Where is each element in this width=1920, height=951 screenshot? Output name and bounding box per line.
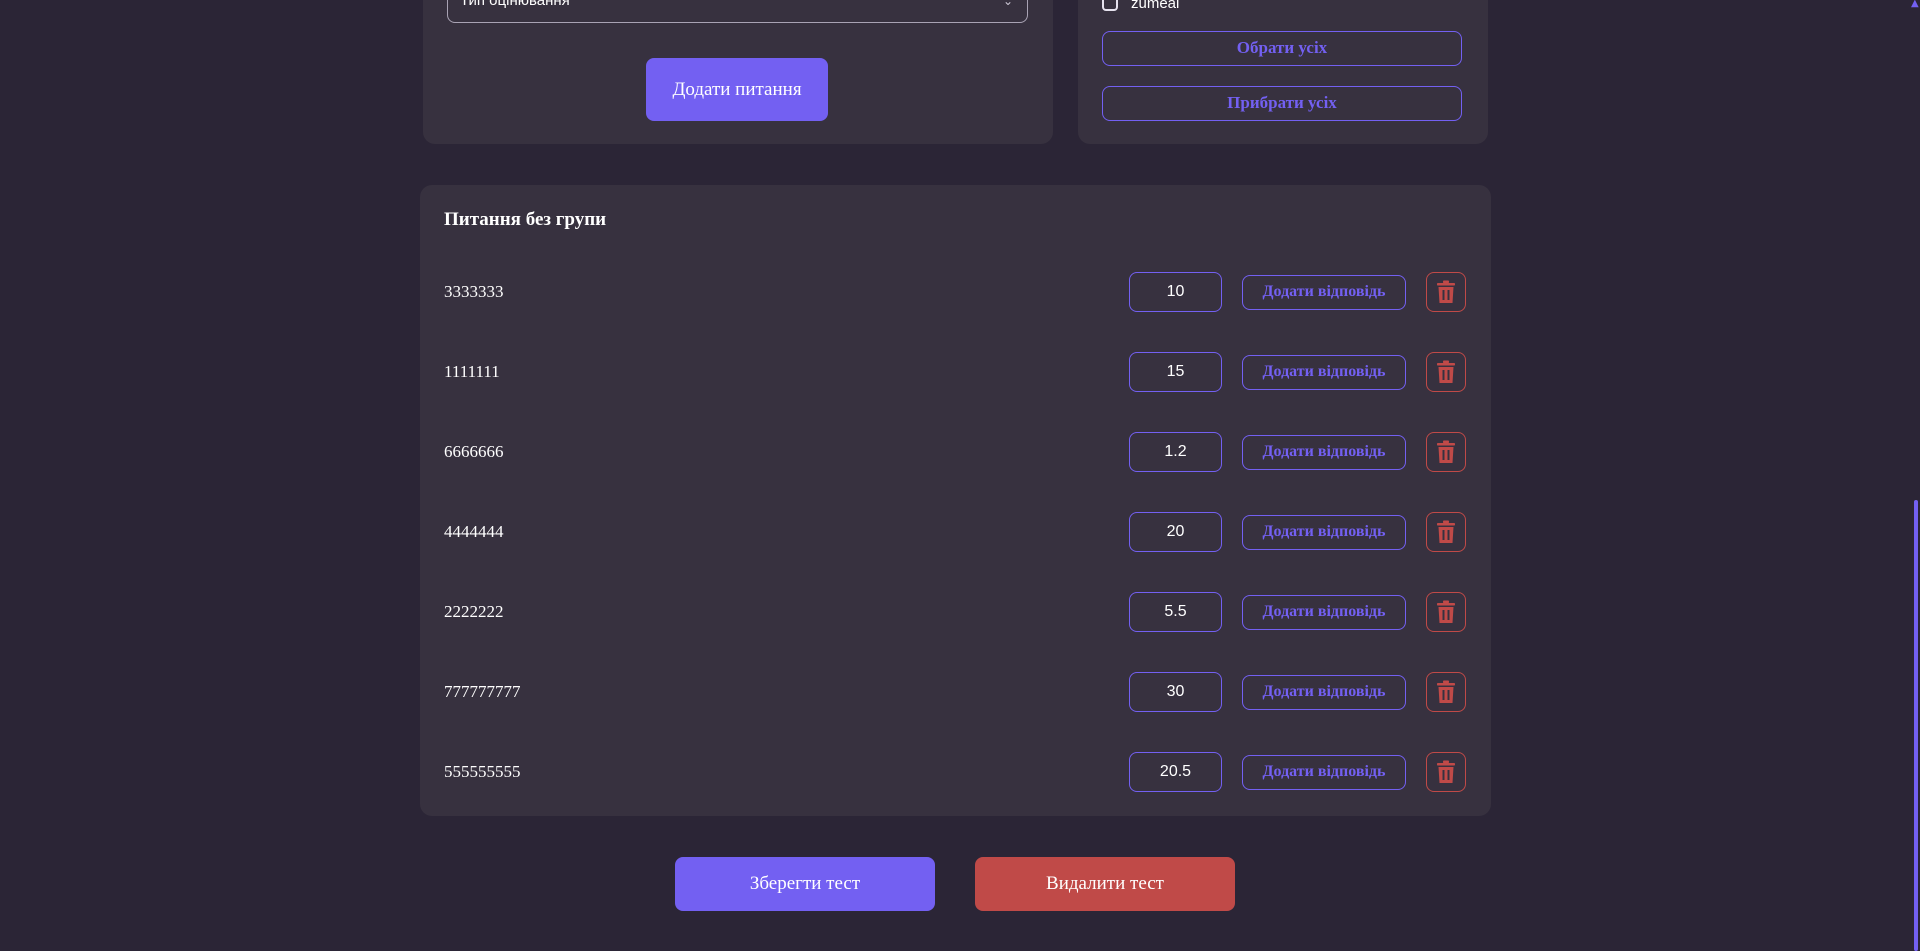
group-checkbox-label: zumeal [1131, 0, 1180, 12]
delete-question-button[interactable] [1426, 672, 1466, 712]
add-answer-button[interactable]: Додати відповідь [1242, 515, 1406, 550]
trash-icon [1437, 600, 1455, 623]
save-test-button[interactable]: Зберегти тест [675, 857, 935, 911]
delete-question-button[interactable] [1426, 352, 1466, 392]
question-text: 1111111 [444, 362, 500, 381]
question-text: 2222222 [444, 602, 504, 621]
question-row: 6666666 1.2 Додати відповідь [420, 432, 1491, 472]
question-points-input[interactable]: 5.5 [1129, 592, 1222, 632]
add-answer-button[interactable]: Додати відповідь [1242, 755, 1406, 790]
trash-icon [1437, 680, 1455, 703]
question-row: 555555555 20.5 Додати відповідь [420, 752, 1491, 792]
question-points-input[interactable]: 10 [1129, 272, 1222, 312]
delete-question-button[interactable] [1426, 752, 1466, 792]
question-row: 777777777 30 Додати відповідь [420, 672, 1491, 712]
scroll-up-arrow-icon[interactable]: ▲ [1911, 0, 1919, 9]
delete-question-button[interactable] [1426, 432, 1466, 472]
delete-question-button[interactable] [1426, 512, 1466, 552]
groups-card: zumeal Обрати усіх Прибрати усіх [1078, 0, 1488, 144]
trash-icon [1437, 360, 1455, 383]
question-text: 6666666 [444, 442, 504, 461]
scrollbar-thumb[interactable] [1914, 500, 1918, 951]
grading-type-select-value: Тип оцінювання [460, 0, 570, 9]
question-points-input[interactable]: 20 [1129, 512, 1222, 552]
trash-icon [1437, 280, 1455, 303]
trash-icon [1437, 760, 1455, 783]
question-points-input[interactable]: 1.2 [1129, 432, 1222, 472]
trash-icon [1437, 440, 1455, 463]
question-text: 777777777 [444, 682, 521, 701]
delete-question-button[interactable] [1426, 272, 1466, 312]
question-text: 3333333 [444, 282, 504, 301]
question-points-input[interactable]: 20.5 [1129, 752, 1222, 792]
select-all-button[interactable]: Обрати усіх [1102, 31, 1462, 66]
question-text: 4444444 [444, 522, 504, 541]
ungrouped-questions-card: Питання без групи 3333333 10 Додати відп… [420, 185, 1491, 816]
group-checkbox[interactable] [1102, 0, 1118, 11]
add-answer-button[interactable]: Додати відповідь [1242, 355, 1406, 390]
question-row: 2222222 5.5 Додати відповідь [420, 592, 1491, 632]
question-points-input[interactable]: 15 [1129, 352, 1222, 392]
question-row: 3333333 10 Додати відповідь [420, 272, 1491, 312]
question-points-input[interactable]: 30 [1129, 672, 1222, 712]
question-row: 4444444 20 Додати відповідь [420, 512, 1491, 552]
question-form-card: Тип оцінювання ⌄ Додати питання [423, 0, 1053, 144]
add-question-button[interactable]: Додати питання [646, 58, 828, 121]
section-title: Питання без групи [444, 209, 607, 230]
add-answer-button[interactable]: Додати відповідь [1242, 275, 1406, 310]
delete-test-button[interactable]: Видалити тест [975, 857, 1235, 911]
page: Тип оцінювання ⌄ Додати питання zumeal О… [0, 0, 1920, 951]
group-checkbox-row[interactable]: zumeal [1102, 0, 1179, 12]
remove-all-button[interactable]: Прибрати усіх [1102, 86, 1462, 121]
add-answer-button[interactable]: Додати відповідь [1242, 435, 1406, 470]
trash-icon [1437, 520, 1455, 543]
question-row: 1111111 15 Додати відповідь [420, 352, 1491, 392]
grading-type-select[interactable]: Тип оцінювання ⌄ [447, 0, 1028, 23]
chevron-down-icon: ⌄ [1003, 0, 1014, 8]
add-answer-button[interactable]: Додати відповідь [1242, 675, 1406, 710]
add-answer-button[interactable]: Додати відповідь [1242, 595, 1406, 630]
question-text: 555555555 [444, 762, 521, 781]
delete-question-button[interactable] [1426, 592, 1466, 632]
